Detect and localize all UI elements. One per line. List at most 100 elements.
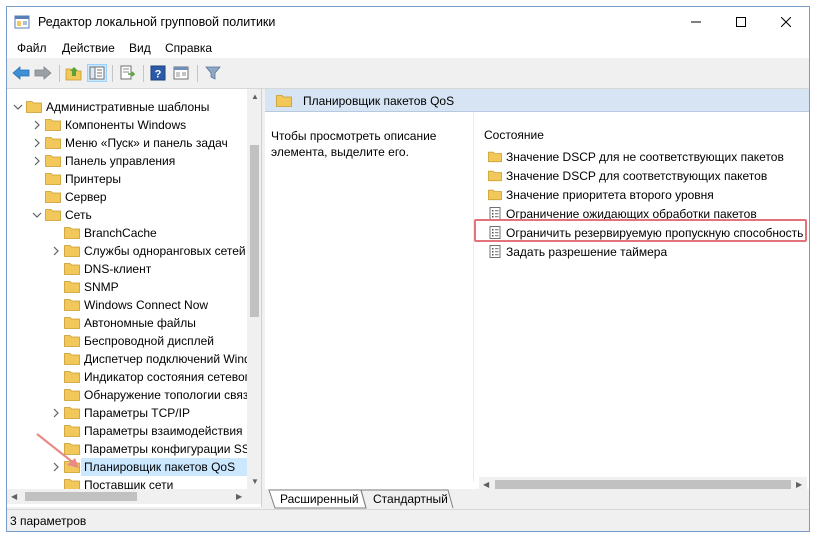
title-bar[interactable]: Редактор локальной групповой политики [7,7,809,37]
tree-item[interactable]: Административные шаблоны [7,98,247,116]
close-icon [780,17,791,27]
help-button[interactable]: ? [148,64,168,82]
chevron-down-icon[interactable] [32,210,42,220]
up-level-button[interactable] [64,64,84,82]
policy-setting-icon [489,245,501,258]
tree-horizontal-scroll-thumb[interactable] [25,492,137,501]
folder-icon [64,389,80,401]
tree-item[interactable]: SNMP [7,278,247,296]
tree-item-label: BranchCache [84,226,157,240]
export-list-button[interactable] [117,64,137,82]
folder-icon [276,95,292,107]
tree-vertical-scroll-thumb[interactable] [250,145,259,317]
tree-item[interactable]: Windows Connect Now [7,296,247,314]
folder-icon [64,299,80,311]
properties-pane-button[interactable] [171,64,191,82]
policy-setting-row[interactable]: Задать разрешение таймера [482,242,809,261]
folder-icon [64,353,80,365]
folder-icon [64,245,80,257]
scroll-up-icon[interactable]: ▲ [251,93,259,101]
tree-item[interactable]: Индикатор состояния сетевого подключения [7,368,261,386]
status-text: 3 параметров [10,514,87,528]
tree-item[interactable]: Сеть [7,206,247,224]
status-bar: 3 параметров [7,509,809,531]
settings-folder-row[interactable]: Значение приоритета второго уровня [482,185,809,204]
minimize-button[interactable] [673,7,718,37]
tree-horizontal-scrollbar[interactable]: ◀ ▶ [7,489,247,504]
tree-item-label: Службы одноранговых сетей [84,244,246,258]
tree-item[interactable]: Автономные файлы [7,314,247,332]
maximize-icon [735,17,746,27]
chevron-right-icon[interactable] [51,408,61,418]
tree-item[interactable]: Беспроводной дисплей [7,332,247,350]
gpedit-app-icon [14,15,30,29]
tree-item[interactable]: Службы одноранговых сетей [7,242,247,260]
minimize-icon [690,21,701,23]
menu-bar: Файл Действие Вид Справка [7,37,809,58]
filter-button[interactable] [203,64,223,82]
details-pane: Планировщик пакетов QoS Чтобы просмотрет… [265,89,809,507]
tree-item-label: Меню «Пуск» и панель задач [65,136,228,150]
tree-item-label: Сервер [65,190,107,204]
forward-button[interactable] [33,64,53,82]
scroll-right-icon[interactable]: ▶ [236,493,242,501]
scroll-left-icon[interactable]: ◀ [483,481,489,489]
settings-folder-row[interactable]: Значение DSCP для не соответствующих пак… [482,147,809,166]
menu-help[interactable]: Справка [165,41,212,55]
scroll-left-icon[interactable]: ◀ [11,493,17,501]
tree-item[interactable]: Меню «Пуск» и панель задач [7,134,247,152]
list-item-label: Значение приоритета второго уровня [506,188,714,202]
tree-item[interactable]: Диспетчер подключений Windows [7,350,261,368]
folder-icon [64,227,80,239]
tree-item[interactable]: Сервер [7,188,247,206]
chevron-down-icon[interactable] [13,102,23,112]
folder-icon [64,263,80,275]
column-header-state[interactable]: Состояние [484,128,544,142]
tree-item-label: Компоненты Windows [65,118,187,132]
tree-item[interactable]: BranchCache [7,224,247,242]
chevron-right-icon[interactable] [32,156,42,166]
settings-folder-row[interactable]: Значение DSCP для соответствующих пакето… [482,166,809,185]
folder-icon [64,281,80,293]
folder-icon [488,189,502,201]
chevron-right-icon[interactable] [32,138,42,148]
toolbar: ? [7,58,809,89]
maximize-button[interactable] [718,7,763,37]
export-list-icon [120,65,135,80]
folder-icon [45,191,61,203]
folder-icon [26,101,42,113]
menu-action[interactable]: Действие [62,41,115,55]
scroll-right-icon[interactable]: ▶ [796,481,802,489]
tree-item[interactable]: Компоненты Windows [7,116,247,134]
menu-file[interactable]: Файл [17,41,47,55]
back-button[interactable] [11,64,31,82]
svg-text:?: ? [155,69,162,81]
chevron-right-icon[interactable] [32,120,42,130]
tree-item-label: Беспроводной дисплей [84,334,214,348]
forward-arrow-icon [34,66,52,80]
tree-item[interactable]: Принтеры [7,170,247,188]
help-icon: ? [150,65,166,81]
settings-list: Состояние Значение DSCP для не соответст… [473,112,809,482]
folder-icon [64,335,80,347]
tree-item[interactable]: Параметры TCP/IP [7,404,247,422]
folder-icon [64,407,80,419]
close-button[interactable] [763,7,808,37]
list-item-label: Значение DSCP для не соответствующих пак… [506,150,784,164]
up-folder-icon [65,67,82,81]
tree-item[interactable]: Панель управления [7,152,247,170]
filter-icon [205,66,221,80]
tree-item[interactable]: Обнаружение топологии связи [7,386,255,404]
details-horizontal-scroll-thumb[interactable] [495,480,791,489]
chevron-right-icon[interactable] [51,246,61,256]
show-hide-tree-button[interactable] [87,64,107,82]
description-text: Чтобы просмотреть описание элемента, выд… [271,129,437,159]
tree-item[interactable]: DNS-клиент [7,260,247,278]
tree-item-label: Административные шаблоны [46,100,210,114]
menu-view[interactable]: Вид [129,41,151,55]
tree-item-label: Автономные файлы [84,316,196,330]
tree-vertical-scrollbar[interactable]: ▲ ▼ [247,89,261,489]
highlight-frame [474,219,807,242]
scroll-down-icon[interactable]: ▼ [251,478,259,486]
tree-item-label: SNMP [84,280,119,294]
